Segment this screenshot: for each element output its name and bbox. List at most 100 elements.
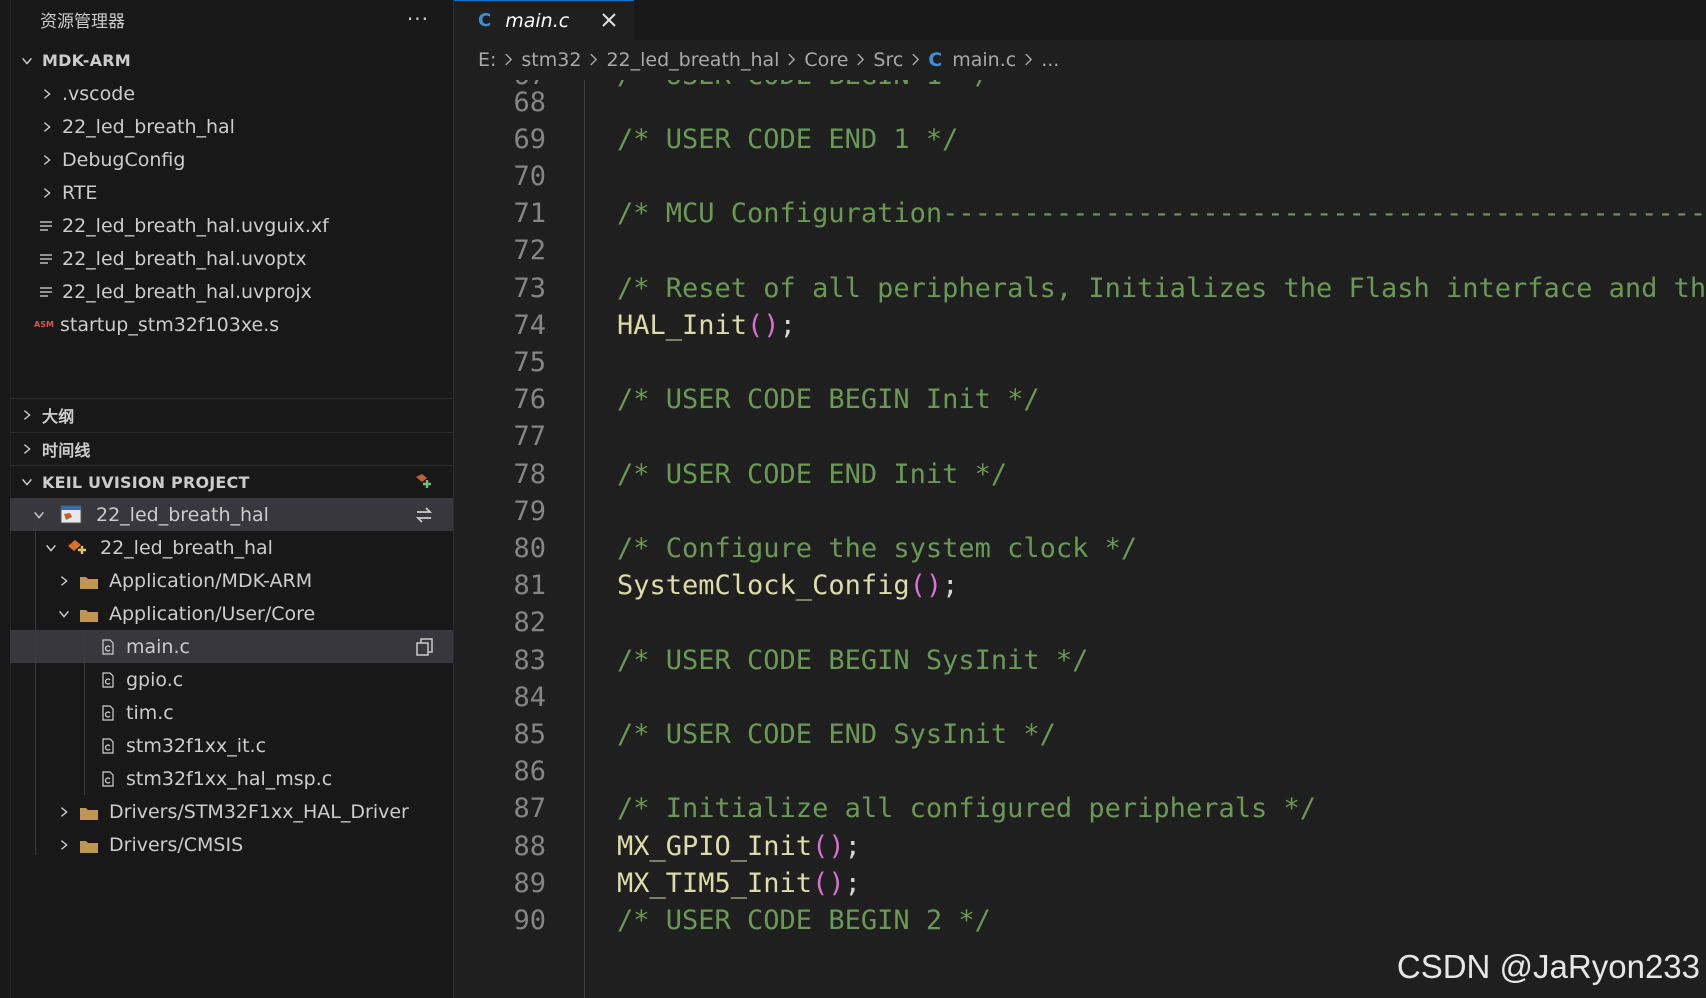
text-file-icon xyxy=(38,284,54,300)
breadcrumb-item[interactable]: E: xyxy=(478,49,496,71)
breadcrumb-item[interactable]: Src xyxy=(873,49,903,71)
keil-file-row[interactable]: tim.c xyxy=(10,696,453,729)
workspace-item[interactable]: .vscode xyxy=(10,77,453,110)
keil-file-row[interactable]: stm32f1xx_hal_msp.c xyxy=(10,762,453,795)
keil-group-label: Application/MDK-ARM xyxy=(109,569,313,592)
keil-group-row[interactable]: Drivers/CMSIS xyxy=(10,828,453,861)
build-target-icon[interactable] xyxy=(413,504,435,526)
breadcrumb-item[interactable]: 22_led_breath_hal xyxy=(606,49,779,71)
code-line[interactable]: 84 xyxy=(454,677,1706,717)
workspace-item[interactable]: 22_led_breath_hal.uvguix.xf xyxy=(10,209,453,242)
code-line[interactable]: 88 MX_GPIO_Init(); xyxy=(454,826,1706,866)
code-comment: /* USER CODE BEGIN SysInit */ xyxy=(617,644,1089,676)
folder-icon xyxy=(79,837,99,853)
breadcrumb-item[interactable]: Core xyxy=(804,49,848,71)
code-line[interactable]: 74 HAL_Init(); xyxy=(454,305,1706,345)
workspace-item[interactable]: DebugConfig xyxy=(10,143,453,176)
workspace-item-label: .vscode xyxy=(62,82,136,105)
code-line[interactable]: 70 xyxy=(454,156,1706,196)
code-line[interactable]: 80 /* Configure the system clock */ xyxy=(454,528,1706,568)
code-function: SystemClock_Config xyxy=(617,570,910,602)
close-icon[interactable] xyxy=(600,11,618,29)
workspace-item[interactable]: RTE xyxy=(10,176,453,209)
folder-icon xyxy=(79,804,99,820)
section-title: MDK-ARM xyxy=(42,51,131,70)
breadcrumb-item[interactable]: stm32 xyxy=(521,49,581,71)
c-file-icon: C xyxy=(478,10,492,31)
code-line[interactable]: 68 xyxy=(454,82,1706,122)
section-mdk-arm[interactable]: MDK-ARM xyxy=(10,44,453,77)
chevron-right-icon xyxy=(589,50,598,71)
folder-icon xyxy=(79,606,99,622)
keil-group-label: Application/User/Core xyxy=(109,602,316,625)
section-outline[interactable]: 大纲 xyxy=(10,398,453,431)
line-number: 89 xyxy=(513,867,546,899)
section-title: KEIL UVISION PROJECT xyxy=(42,472,250,492)
code-comment: /* USER CODE BEGIN Init */ xyxy=(617,384,1040,416)
workspace-item[interactable]: ASM startup_stm32f103xe.s xyxy=(10,308,453,341)
code-punct: ; xyxy=(779,309,796,341)
keil-target-label: 22_led_breath_hal xyxy=(100,536,273,559)
code-line[interactable]: 90 /* USER CODE BEGIN 2 */ xyxy=(454,900,1706,940)
tab-main-c[interactable]: C main.c xyxy=(454,0,634,40)
code-line[interactable]: 87 /* Initialize all configured periphera… xyxy=(454,789,1706,829)
code-line[interactable]: 79 xyxy=(454,491,1706,531)
section-timeline[interactable]: 时间线 xyxy=(10,432,453,465)
more-actions-icon[interactable]: ··· xyxy=(407,7,429,31)
code-line[interactable]: 81 SystemClock_Config(); xyxy=(454,566,1706,606)
chevron-right-icon xyxy=(57,838,71,852)
code-line[interactable]: 76 /* USER CODE BEGIN Init */ xyxy=(454,380,1706,420)
keil-file-row[interactable]: gpio.c xyxy=(10,663,453,696)
keil-target-row[interactable]: 22_led_breath_hal xyxy=(10,531,453,564)
workspace-item-label: 22_led_breath_hal.uvoptx xyxy=(62,247,307,270)
code-line[interactable]: 75 xyxy=(454,342,1706,382)
chevron-right-icon xyxy=(40,120,54,134)
code-editor[interactable]: 67/* USER CODE BEGIN 1 */6869/* USER COD… xyxy=(454,80,1706,998)
c-source-file-icon xyxy=(100,704,116,721)
line-number: 73 xyxy=(513,272,546,304)
keil-file-label: stm32f1xx_it.c xyxy=(126,734,267,757)
line-number: 88 xyxy=(513,830,546,862)
keil-group-row[interactable]: Drivers/STM32F1xx_HAL_Driver xyxy=(10,795,453,828)
workspace-item[interactable]: 22_led_breath_hal xyxy=(10,110,453,143)
section-keil-project[interactable]: KEIL UVISION PROJECT xyxy=(10,465,453,498)
chevron-down-icon xyxy=(20,475,34,489)
chevron-right-icon xyxy=(787,50,796,71)
keil-file-row[interactable]: stm32f1xx_it.c xyxy=(10,729,453,762)
keil-project-row[interactable]: 22_led_breath_hal xyxy=(10,498,453,531)
code-line[interactable]: 83 /* USER CODE BEGIN SysInit */ xyxy=(454,640,1706,680)
line-number: 84 xyxy=(513,681,546,713)
workspace-item[interactable]: 22_led_breath_hal.uvprojx xyxy=(10,275,453,308)
code-line[interactable]: 78 /* USER CODE END Init */ xyxy=(454,454,1706,494)
tab-label: main.c xyxy=(505,9,570,32)
code-line[interactable]: 77 xyxy=(454,417,1706,457)
code-line[interactable]: 85 /* USER CODE END SysInit */ xyxy=(454,714,1706,754)
workspace-item-label: 22_led_breath_hal.uvprojx xyxy=(62,280,312,303)
open-file-icon[interactable] xyxy=(415,637,435,657)
code-line[interactable]: 89 MX_TIM5_Init(); xyxy=(454,863,1706,903)
code-line[interactable]: 82 xyxy=(454,603,1706,643)
breadcrumb-item[interactable]: main.c xyxy=(952,49,1016,71)
code-function: HAL_Init xyxy=(617,309,748,341)
keil-group-label: Drivers/CMSIS xyxy=(109,833,244,856)
breadcrumb-item[interactable]: ... xyxy=(1041,49,1059,71)
code-line[interactable]: 73 /* Reset of all peripherals, Initializ… xyxy=(454,268,1706,308)
keil-switch-target-icon[interactable] xyxy=(413,471,435,493)
code-line[interactable]: 72 xyxy=(454,231,1706,271)
code-line[interactable]: 71 /* MCU Configuration------------------… xyxy=(454,194,1706,234)
keil-group-row[interactable]: Application/MDK-ARM xyxy=(10,564,453,597)
chevron-right-icon xyxy=(20,408,34,422)
chevron-right-icon xyxy=(40,153,54,167)
line-number: 75 xyxy=(513,346,546,378)
line-number: 78 xyxy=(513,458,546,490)
workspace-item[interactable]: 22_led_breath_hal.uvoptx xyxy=(10,242,453,275)
keil-group-row[interactable]: Application/User/Core xyxy=(10,597,453,630)
chevron-right-icon xyxy=(504,50,513,71)
code-comment: /* USER CODE END 1 */ xyxy=(617,123,959,155)
workspace-item-label: 22_led_breath_hal.uvguix.xf xyxy=(62,214,329,237)
c-file-icon: C xyxy=(928,49,943,71)
target-icon xyxy=(66,538,90,558)
code-line[interactable]: 69 /* USER CODE END 1 */ xyxy=(454,119,1706,159)
code-line[interactable]: 86 xyxy=(454,752,1706,792)
keil-file-row[interactable]: main.c xyxy=(10,630,453,663)
